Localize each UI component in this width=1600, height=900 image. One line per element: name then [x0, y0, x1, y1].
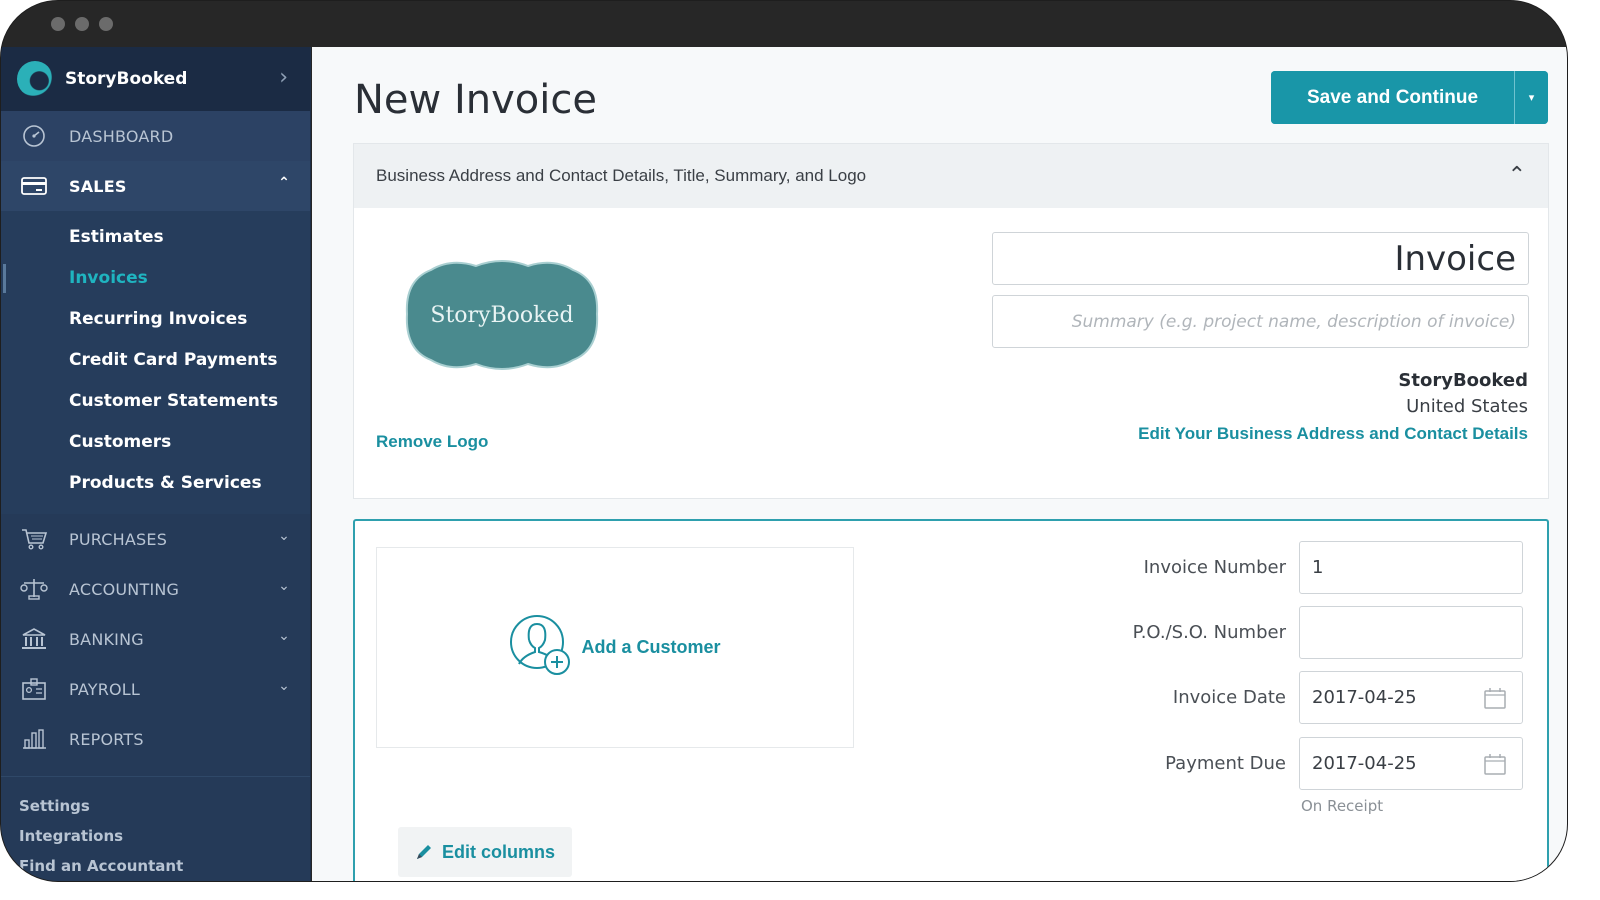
- window-maximize-button[interactable]: [99, 17, 113, 31]
- invoice-date-row: Invoice Date 2017-04-25: [1066, 671, 1523, 724]
- chevron-down-icon: ⌄: [278, 578, 290, 594]
- panel-heading: Business Address and Contact Details, Ti…: [376, 166, 867, 185]
- window-minimize-button[interactable]: [75, 17, 89, 31]
- sidebar-item-invoices[interactable]: Invoices: [1, 258, 310, 299]
- sales-submenu: Estimates Invoices Recurring Invoices Cr…: [1, 211, 310, 514]
- sidebar-item-customers[interactable]: Customers: [1, 422, 310, 463]
- invoice-number-label: Invoice Number: [1143, 557, 1286, 578]
- invoice-date-value: 2017-04-25: [1312, 687, 1417, 708]
- invoice-number-row: Invoice Number 1: [1066, 541, 1523, 594]
- business-details-panel-header[interactable]: Business Address and Contact Details, Ti…: [354, 144, 1548, 208]
- shopping-cart-icon: [19, 527, 49, 551]
- bar-chart-icon: [19, 727, 49, 751]
- nav-item-payroll[interactable]: PAYROLL ⌄: [1, 664, 310, 714]
- nav-item-reports[interactable]: REPORTS: [1, 714, 310, 764]
- chevron-down-icon: ⌄: [278, 528, 290, 544]
- business-country: United States: [1406, 396, 1528, 417]
- sidebar-item-products-services[interactable]: Products & Services: [1, 463, 310, 504]
- logo-text: StoryBooked: [430, 303, 573, 328]
- nav-item-purchases[interactable]: PURCHASES ⌄: [1, 514, 310, 564]
- credit-card-icon: [19, 174, 49, 198]
- invoice-date-label: Invoice Date: [1172, 687, 1286, 708]
- nav-item-accounting[interactable]: ACCOUNTING ⌄: [1, 564, 310, 614]
- sidebar-item-recurring-invoices[interactable]: Recurring Invoices: [1, 299, 310, 340]
- chevron-right-icon: ›: [279, 65, 288, 90]
- save-and-continue-button[interactable]: Save and Continue: [1271, 71, 1514, 124]
- nav-item-banking[interactable]: BANKING ⌄: [1, 614, 310, 664]
- payment-due-label: Payment Due: [1165, 753, 1286, 774]
- nav-label: DASHBOARD: [69, 126, 174, 146]
- nav-label: PAYROLL: [69, 679, 141, 699]
- invoice-date-input[interactable]: 2017-04-25: [1299, 671, 1523, 724]
- payment-due-note: On Receipt: [1301, 797, 1384, 815]
- window-close-button[interactable]: [51, 17, 65, 31]
- chevron-up-icon[interactable]: ⌃: [1508, 162, 1526, 188]
- app-window: StoryBooked › DASHBOARD SALES ⌃ Estimate…: [0, 0, 1568, 882]
- brand-name: StoryBooked: [65, 69, 188, 89]
- edit-columns-button[interactable]: Edit columns: [398, 827, 572, 877]
- nav-label: BANKING: [69, 629, 144, 649]
- invoice-details-panel: Add a Customer Invoice Number 1 P.O./S.O…: [353, 519, 1549, 881]
- brand-switcher[interactable]: StoryBooked ›: [1, 47, 310, 111]
- save-options-dropdown[interactable]: ▾: [1514, 71, 1548, 124]
- chevron-down-icon: ⌄: [278, 678, 290, 694]
- po-so-number-row: P.O./S.O. Number: [1066, 606, 1523, 659]
- po-so-number-input[interactable]: [1299, 606, 1523, 659]
- remove-logo-link[interactable]: Remove Logo: [376, 432, 488, 452]
- payment-due-input[interactable]: 2017-04-25: [1299, 737, 1523, 790]
- calendar-icon[interactable]: [1484, 753, 1506, 775]
- nav-label: ACCOUNTING: [69, 579, 180, 599]
- pencil-icon: [417, 845, 431, 859]
- nav-label: SALES: [69, 176, 127, 196]
- sidebar-item-credit-card-payments[interactable]: Credit Card Payments: [1, 340, 310, 381]
- settings-link[interactable]: Settings: [19, 791, 183, 821]
- invoice-number-value: 1: [1312, 557, 1324, 578]
- window-titlebar: [1, 1, 1567, 47]
- nav-label: REPORTS: [69, 729, 144, 749]
- business-logo: StoryBooked: [401, 256, 603, 374]
- nav-item-sales[interactable]: SALES ⌃: [1, 161, 310, 211]
- edit-business-address-link[interactable]: Edit Your Business Address and Contact D…: [1138, 424, 1528, 444]
- sidebar-item-estimates[interactable]: Estimates: [1, 217, 310, 258]
- payment-due-row: Payment Due 2017-04-25: [1066, 737, 1523, 790]
- scales-icon: [19, 577, 49, 601]
- main-content: New Invoice Save and Continue ▾ Business…: [312, 47, 1567, 881]
- invoice-title-input[interactable]: [992, 232, 1529, 285]
- sidebar-item-customer-statements[interactable]: Customer Statements: [1, 381, 310, 422]
- payment-due-value: 2017-04-25: [1312, 753, 1417, 774]
- chevron-down-icon: ⌄: [278, 628, 290, 644]
- dashboard-gauge-icon: [19, 124, 49, 148]
- add-customer-button[interactable]: Add a Customer: [509, 614, 721, 682]
- page-title: New Invoice: [354, 77, 597, 123]
- caret-down-icon: ▾: [1528, 91, 1535, 104]
- find-accountant-link[interactable]: Find an Accountant: [19, 851, 183, 881]
- chevron-up-icon: ⌃: [278, 175, 290, 191]
- business-details-panel: Business Address and Contact Details, Ti…: [353, 143, 1549, 499]
- po-so-number-label: P.O./S.O. Number: [1132, 622, 1286, 643]
- add-customer-area[interactable]: Add a Customer: [376, 547, 854, 748]
- add-user-icon: [509, 614, 575, 682]
- nav-item-dashboard[interactable]: DASHBOARD: [1, 111, 310, 161]
- calendar-icon[interactable]: [1484, 687, 1506, 709]
- id-badge-icon: [19, 677, 49, 701]
- add-customer-label: Add a Customer: [581, 637, 721, 657]
- integrations-link[interactable]: Integrations: [19, 821, 183, 851]
- brand-logo-icon: [17, 61, 53, 97]
- sidebar-footer: Settings Integrations Find an Accountant: [19, 791, 183, 881]
- nav-label: PURCHASES: [69, 529, 168, 549]
- sidebar: StoryBooked › DASHBOARD SALES ⌃ Estimate…: [1, 47, 311, 881]
- business-name: StoryBooked: [1398, 370, 1528, 391]
- bank-icon: [19, 627, 49, 651]
- sidebar-divider: [1, 776, 310, 777]
- edit-columns-label: Edit columns: [442, 841, 556, 862]
- invoice-number-input[interactable]: 1: [1299, 541, 1523, 594]
- save-button-group: Save and Continue ▾: [1271, 71, 1548, 124]
- invoice-summary-input[interactable]: [992, 295, 1529, 348]
